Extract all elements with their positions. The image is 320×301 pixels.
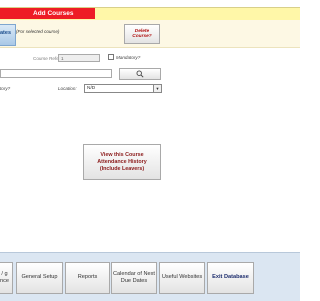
- mandatory-checkbox[interactable]: [108, 54, 114, 60]
- location-label: Location:: [58, 86, 77, 91]
- footer-button-partial[interactable]: / g nce: [0, 262, 13, 294]
- location-select[interactable]: N/D ▼: [84, 84, 162, 93]
- exit-database-button[interactable]: Exit Database: [207, 262, 254, 294]
- window-title: Add Courses: [33, 10, 74, 17]
- useful-websites-button[interactable]: Useful Websites: [159, 262, 205, 294]
- selected-course-note: (For selected course): [16, 29, 60, 34]
- general-setup-button[interactable]: General Setup: [16, 262, 63, 294]
- location-value: N/D: [87, 86, 96, 91]
- search-icon: [136, 70, 144, 78]
- dates-button-label[interactable]: ates: [0, 30, 11, 36]
- mandatory-question-label: tory?: [0, 86, 11, 91]
- chevron-down-icon[interactable]: ▼: [153, 85, 161, 92]
- search-button[interactable]: [119, 68, 161, 80]
- search-input[interactable]: [0, 69, 112, 78]
- view-attendance-history-button[interactable]: View this Course Attendance History (Inc…: [83, 144, 161, 180]
- mandatory-checkbox-label: Mandatory?: [116, 55, 141, 60]
- delete-course-button[interactable]: Delete Course?: [124, 24, 160, 44]
- calendar-next-due-dates-button[interactable]: Calendar of Next Due Dates: [111, 262, 157, 294]
- reports-button[interactable]: Reports: [65, 262, 110, 294]
- course-reference-field[interactable]: 1: [58, 54, 100, 62]
